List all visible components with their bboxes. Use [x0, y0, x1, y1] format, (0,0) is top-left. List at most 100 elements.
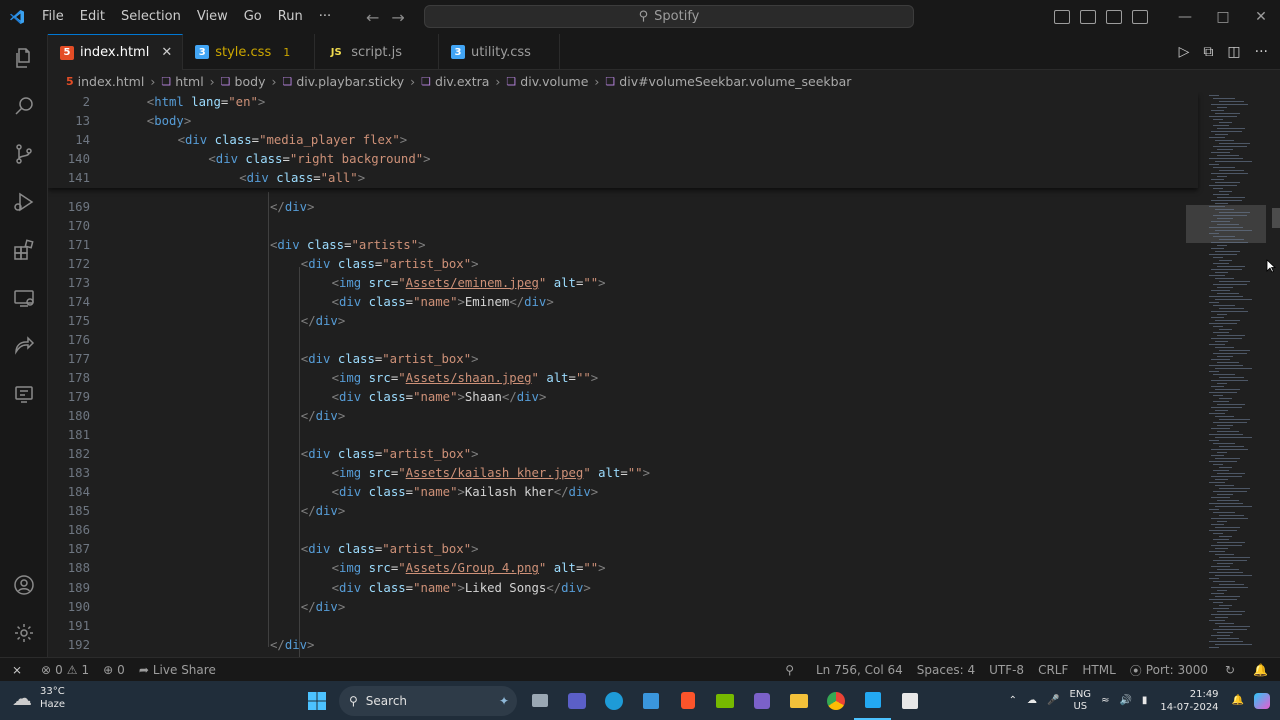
code-line[interactable]: 173 <img src="Assets/eminem.jpeg" alt=""> — [48, 273, 1198, 292]
ports-indicator[interactable]: ⊕ 0 — [96, 663, 132, 677]
code-line[interactable]: 186 — [48, 521, 1198, 540]
zoom-icon[interactable]: ⚲ — [778, 663, 801, 677]
extensions-icon[interactable] — [0, 226, 48, 274]
code-line[interactable]: 183 <img src = "Assets/kailash kher.jpeg" a… — [48, 464, 1198, 483]
menu-selection[interactable]: Selection — [113, 0, 189, 34]
code-line[interactable]: 189 <div class="name">Liked Songs</div> — [48, 578, 1198, 597]
breadcrumb-item[interactable]: 5 index.html — [66, 74, 144, 89]
taskbar-search[interactable]: ⚲ Search ✦ — [339, 685, 517, 716]
code-line[interactable]: 179 <div class="name">Shaan</div> — [48, 388, 1198, 407]
code-line[interactable]: 185 </div> — [48, 502, 1198, 521]
remote-explorer-icon[interactable] — [0, 274, 48, 322]
clock[interactable]: 21:49 14-07-2024 — [1152, 688, 1226, 714]
visual-studio-icon[interactable] — [743, 681, 780, 720]
battery-icon[interactable]: ▮ — [1137, 695, 1153, 706]
indentation[interactable]: Spaces: 4 — [910, 663, 982, 677]
live-share-button[interactable]: ➦ Live Share — [132, 663, 223, 677]
code-line[interactable]: 180 </div> — [48, 407, 1198, 426]
close-button[interactable]: ✕ — [1242, 0, 1280, 34]
menu-view[interactable]: View — [189, 0, 236, 34]
code-line[interactable]: 177 <div class="artist_box"> — [48, 349, 1198, 368]
code-line[interactable]: 141 <div class="all"> — [48, 168, 1198, 187]
vscode-taskbar-icon[interactable] — [854, 681, 891, 720]
code-line[interactable]: 174 <div class="name">Eminem</div> — [48, 292, 1198, 311]
command-center-search[interactable]: ⚲ Spotify — [424, 5, 914, 28]
code-line[interactable]: 175 </div> — [48, 311, 1198, 330]
menu-edit[interactable]: Edit — [72, 0, 113, 34]
minimize-button[interactable]: — — [1166, 0, 1204, 34]
teams-icon[interactable] — [558, 681, 595, 720]
accounts-icon[interactable] — [0, 561, 48, 609]
sticky-scroll[interactable]: 2 <html lang="en"> 13 <body> 14 <div class="m… — [48, 92, 1198, 188]
input-language[interactable]: ENG US — [1065, 689, 1097, 713]
remote-indicator-icon[interactable]: ⨯ — [0, 658, 34, 682]
code-line[interactable]: 170 — [48, 216, 1198, 235]
microsoft-store-icon[interactable] — [632, 681, 669, 720]
cursor-position[interactable]: Ln 756, Col 64 — [809, 663, 910, 677]
menu-go[interactable]: Go — [236, 0, 270, 34]
volume-icon[interactable]: 🔊 — [1114, 695, 1136, 706]
nvidia-icon[interactable] — [706, 681, 743, 720]
explorer-icon[interactable] — [0, 34, 48, 82]
show-hidden-icons-chevron-icon[interactable]: ⌃ — [1004, 695, 1022, 706]
run-debug-icon[interactable] — [0, 178, 48, 226]
brave-browser-icon[interactable] — [669, 681, 706, 720]
wifi-icon[interactable]: ≈ — [1096, 695, 1114, 706]
toggle-sidebar-icon[interactable] — [1054, 10, 1070, 24]
code-line[interactable]: 14 <div class="media_player flex"> — [48, 130, 1198, 149]
back-arrow-icon[interactable]: ← — [366, 8, 379, 27]
live-server-port[interactable]: ⦿ Port: 3000 — [1123, 662, 1215, 679]
copilot-icon[interactable] — [1249, 692, 1280, 709]
language-mode[interactable]: HTML — [1075, 663, 1122, 677]
run-icon[interactable]: ▷ — [1179, 44, 1190, 60]
code-line[interactable]: 184 <div class="name">Kailash kher</div> — [48, 483, 1198, 502]
breadcrumb-item[interactable]: ❏ html — [161, 74, 203, 89]
close-tab-icon[interactable]: ✕ — [161, 45, 172, 60]
sync-icon[interactable]: ↻ — [1215, 663, 1245, 677]
code-line[interactable]: 13 <body> — [48, 111, 1198, 130]
settings-gear-icon[interactable] — [0, 609, 48, 657]
tab-utility-css[interactable]: 3 utility.css — [439, 34, 560, 70]
code-line[interactable]: 182 <div class="artist_box"> — [48, 445, 1198, 464]
code-line[interactable]: 171 <div class="artists"> — [48, 235, 1198, 254]
breadcrumb-item[interactable]: ❏ div.extra — [421, 74, 489, 89]
search-icon[interactable] — [0, 82, 48, 130]
testing-icon[interactable] — [0, 370, 48, 418]
toggle-panel-icon[interactable] — [1080, 10, 1096, 24]
breadcrumb-item[interactable]: ❏ body — [221, 74, 266, 89]
snipping-tool-icon[interactable] — [891, 681, 928, 720]
code-line[interactable]: 187 <div class="artist_box"> — [48, 540, 1198, 559]
code-line[interactable]: 181 — [48, 426, 1198, 445]
tab-index-html[interactable]: 5 index.html ✕ — [48, 34, 184, 70]
source-control-icon[interactable] — [0, 130, 48, 178]
more-actions-icon[interactable]: ··· — [1255, 44, 1268, 60]
code-line[interactable]: 176 — [48, 330, 1198, 349]
onedrive-cloud-icon[interactable]: ☁ — [1022, 695, 1042, 706]
breadcrumb-item[interactable]: ❏ div#volumeSeekbar.volume_seekbar — [605, 74, 851, 89]
customize-layout-icon[interactable] — [1132, 10, 1148, 24]
notification-bell-icon[interactable]: 🔔 — [1227, 695, 1249, 706]
edge-browser-icon[interactable] — [595, 681, 632, 720]
split-editor-icon[interactable]: ◫ — [1227, 44, 1240, 60]
chrome-browser-icon[interactable] — [817, 681, 854, 720]
toggle-secondary-sidebar-icon[interactable] — [1106, 10, 1122, 24]
code-line[interactable]: 140 <div class="right background"> — [48, 149, 1198, 168]
code-line[interactable]: 192 </div> — [48, 635, 1198, 654]
code-line[interactable]: 169 </div> — [48, 197, 1198, 216]
code-line[interactable]: 190 </div> — [48, 597, 1198, 616]
microphone-icon[interactable]: 🎤 — [1042, 695, 1064, 706]
open-preview-icon[interactable]: ⧉ — [1203, 44, 1213, 60]
scrollbar-thumb[interactable] — [1272, 208, 1280, 228]
forward-arrow-icon[interactable]: → — [391, 8, 404, 27]
menu-file[interactable]: File — [34, 0, 72, 34]
tab-script-js[interactable]: JS script.js — [315, 34, 439, 70]
code-line[interactable]: 172 <div class="artist_box"> — [48, 254, 1198, 273]
start-windows-icon[interactable] — [298, 681, 335, 720]
code-line[interactable]: 191 — [48, 616, 1198, 635]
code-line[interactable]: 188 <img src="Assets/Group 4.png" alt=""> — [48, 559, 1198, 578]
minimap[interactable] — [1205, 95, 1265, 655]
task-view-icon[interactable] — [521, 681, 558, 720]
weather-widget[interactable]: ☁ 33°C Haze — [12, 685, 65, 711]
file-explorer-icon[interactable] — [780, 681, 817, 720]
code-editor[interactable]: 2 <html lang="en"> 13 <body> 14 <div class="m… — [48, 92, 1280, 657]
